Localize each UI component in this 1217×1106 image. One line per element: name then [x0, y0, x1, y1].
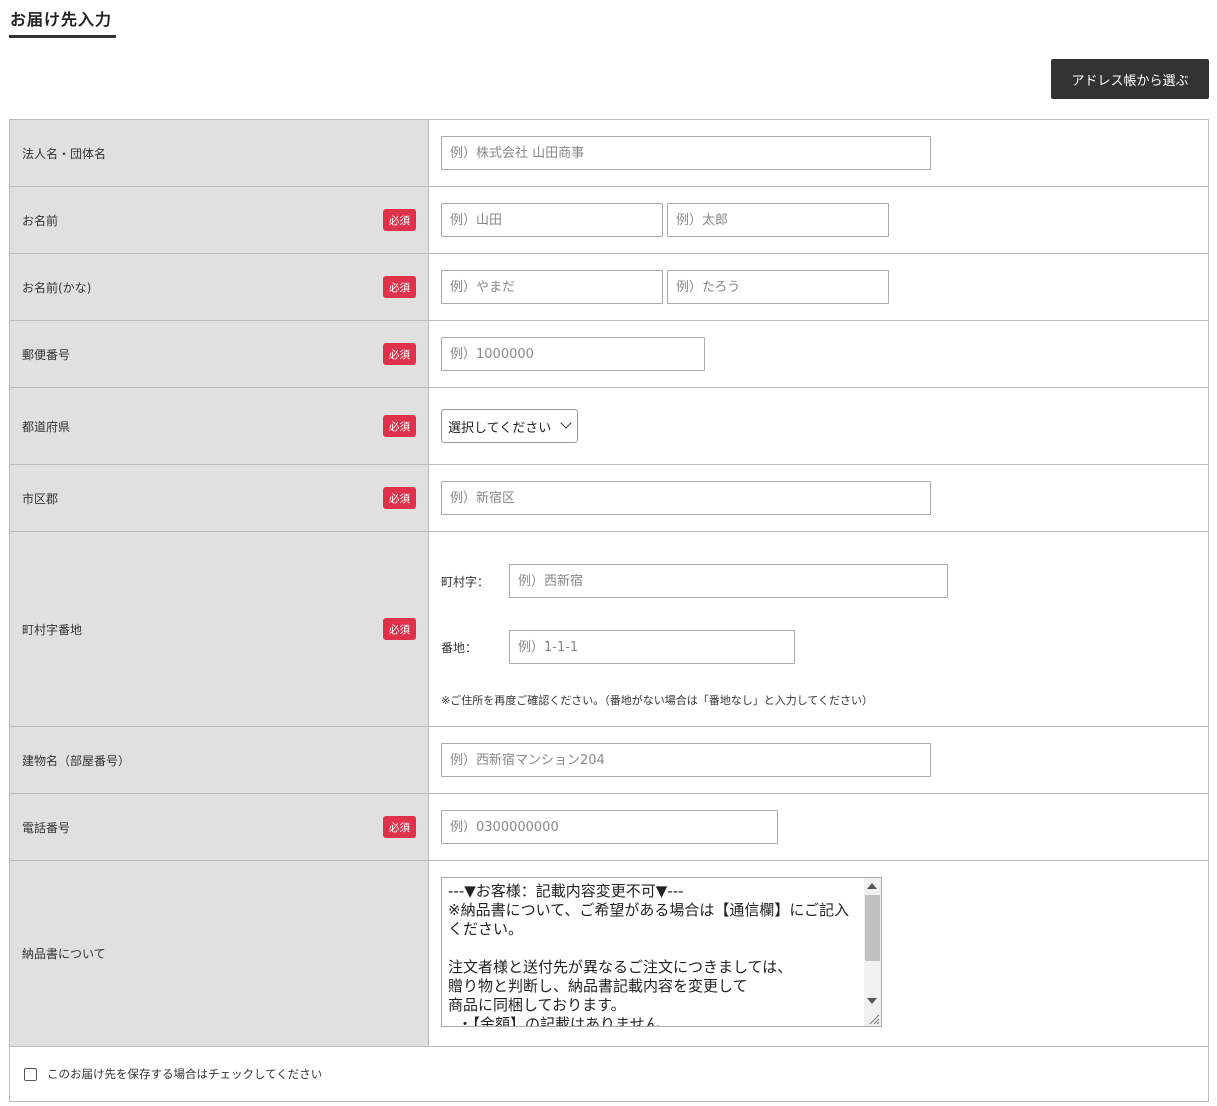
label-street-text: 町村字番地	[22, 622, 83, 637]
label-postal: 郵便番号 必須	[10, 321, 429, 387]
label-name-kana-text: お名前(かな)	[22, 280, 92, 295]
row-city: 市区郡 必須	[10, 465, 1208, 532]
label-invoice-text: 納品書について	[22, 947, 106, 961]
label-street: 町村字番地 必須	[10, 532, 429, 726]
scroll-down-icon[interactable]	[867, 998, 877, 1004]
label-building: 建物名（部屋番号）	[10, 727, 429, 793]
postal-code-input[interactable]	[441, 337, 705, 371]
value-prefecture: 選択してください	[429, 388, 1208, 464]
scroll-up-icon[interactable]	[867, 883, 877, 889]
address-note: ※ご住所を再度ご確認ください。（番地がない場合は「番地なし」と入力してください）	[441, 694, 874, 707]
label-name-text: お名前	[22, 213, 59, 228]
row-phone: 電話番号 必須	[10, 794, 1208, 861]
row-building: 建物名（部屋番号）	[10, 727, 1208, 794]
row-save-address: このお届け先を保存する場合はチェックしてください	[10, 1047, 1208, 1101]
label-name-kana: お名前(かな) 必須	[10, 254, 429, 320]
company-input[interactable]	[441, 136, 931, 170]
resize-handle-icon[interactable]	[868, 1013, 880, 1025]
value-building	[429, 727, 1208, 793]
value-invoice: ---▼お客様：記載内容変更不可▼--- ※納品書について、ご希望がある場合は【…	[429, 861, 1208, 1046]
value-phone	[429, 794, 1208, 860]
row-prefecture: 都道府県 必須 選択してください	[10, 388, 1208, 465]
required-badge: 必須	[383, 209, 416, 231]
label-postal-text: 郵便番号	[22, 347, 71, 362]
row-company: 法人名・団体名	[10, 120, 1208, 187]
label-company: 法人名・団体名	[10, 120, 429, 186]
label-city: 市区郡 必須	[10, 465, 429, 531]
last-name-input[interactable]	[441, 203, 663, 237]
label-city-text: 市区郡	[22, 491, 59, 506]
required-badge: 必須	[383, 343, 416, 365]
row-street: 町村字番地 必須 町村字： 番地： ※ご住所を再度ご確認ください。（番地がない場…	[10, 532, 1208, 727]
required-badge: 必須	[383, 415, 416, 437]
invoice-textarea[interactable]: ---▼お客様：記載内容変更不可▼--- ※納品書について、ご希望がある場合は【…	[441, 877, 882, 1027]
page-title: お届け先入力	[10, 10, 113, 29]
label-company-text: 法人名・団体名	[22, 146, 107, 161]
town-block: 町村字：	[441, 564, 948, 598]
label-building-text: 建物名（部屋番号）	[22, 753, 131, 768]
row-invoice: 納品書について ---▼お客様：記載内容変更不可▼--- ※納品書について、ご希…	[10, 861, 1208, 1047]
label-prefecture-text: 都道府県	[22, 419, 71, 434]
label-invoice: 納品書について	[10, 861, 429, 1046]
required-badge: 必須	[383, 487, 416, 509]
value-street: 町村字： 番地： ※ご住所を再度ご確認ください。（番地がない場合は「番地なし」と…	[429, 532, 1208, 726]
number-block: 番地：	[441, 630, 795, 664]
first-name-input[interactable]	[667, 203, 889, 237]
address-book-button[interactable]: アドレス帳から選ぶ	[1051, 59, 1209, 99]
value-company	[429, 120, 1208, 186]
label-prefecture: 都道府県 必須	[10, 388, 429, 464]
building-input[interactable]	[441, 743, 931, 777]
label-phone-text: 電話番号	[22, 820, 71, 835]
row-name: お名前 必須	[10, 187, 1208, 254]
phone-input[interactable]	[441, 810, 778, 844]
delivery-form-table: 法人名・団体名 お名前 必須 お名前(かな) 必須 郵便番号 必須	[9, 119, 1209, 1102]
required-badge: 必須	[383, 816, 416, 838]
prefecture-selected-value: 選択してください	[448, 420, 552, 436]
last-name-kana-input[interactable]	[441, 270, 663, 304]
required-badge: 必須	[383, 618, 416, 640]
textarea-scrollbar[interactable]	[864, 878, 881, 1026]
value-name-kana	[429, 254, 1208, 320]
scroll-thumb[interactable]	[865, 895, 880, 961]
prefecture-select[interactable]: 選択してください	[441, 409, 578, 443]
invoice-text: ---▼お客様：記載内容変更不可▼--- ※納品書について、ご希望がある場合は【…	[448, 882, 850, 1027]
required-badge: 必須	[383, 276, 416, 298]
save-address-label: このお届け先を保存する場合はチェックしてください	[47, 1067, 323, 1081]
city-input[interactable]	[441, 481, 931, 515]
label-name: お名前 必須	[10, 187, 429, 253]
row-postal: 郵便番号 必須	[10, 321, 1208, 388]
value-name	[429, 187, 1208, 253]
value-postal	[429, 321, 1208, 387]
town-label: 町村字：	[441, 574, 490, 589]
chevron-down-icon	[560, 417, 572, 429]
first-name-kana-input[interactable]	[667, 270, 889, 304]
label-phone: 電話番号 必須	[10, 794, 429, 860]
title-underline	[9, 35, 116, 38]
street-number-input[interactable]	[509, 630, 795, 664]
save-address-checkbox[interactable]	[24, 1067, 37, 1081]
number-label: 番地：	[441, 640, 478, 655]
row-name-kana: お名前(かな) 必須	[10, 254, 1208, 321]
value-city	[429, 465, 1208, 531]
town-input[interactable]	[509, 564, 948, 598]
